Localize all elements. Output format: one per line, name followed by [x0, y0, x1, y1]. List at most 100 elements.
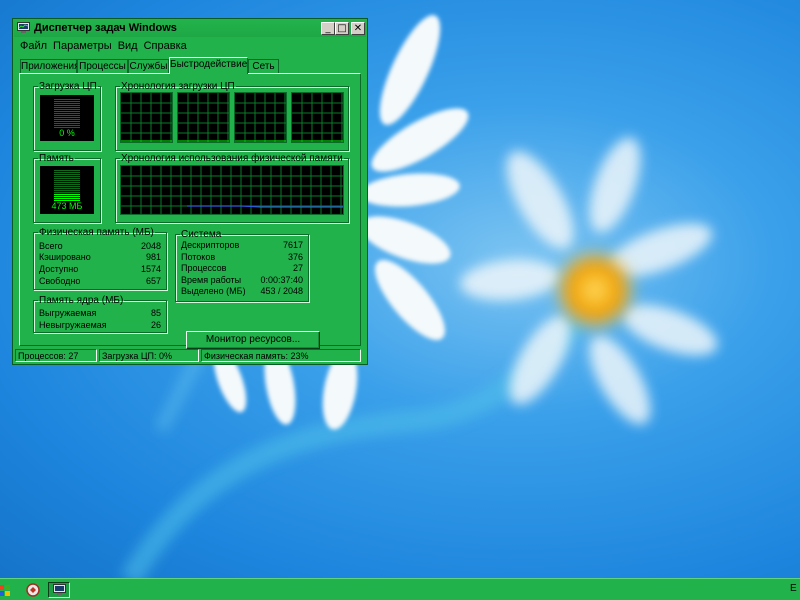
status-cpu: Загрузка ЦП: 0%	[99, 349, 199, 362]
meter-bar	[54, 186, 80, 187]
meter-bar	[54, 115, 80, 116]
sys-commit-label: Выделено (МБ)	[181, 286, 246, 296]
cpu-core-plot	[235, 93, 286, 142]
sys-row-handles: Дескрипторов 7617	[181, 240, 303, 251]
sys-uptime-value: 0:00:37:40	[260, 275, 303, 285]
meter-bar	[54, 101, 80, 102]
sys-row-processes: Процессов 27	[181, 263, 303, 274]
cpu-core-plot	[292, 93, 343, 142]
memory-history-graph	[120, 165, 344, 215]
cpu-core-plot	[121, 93, 172, 142]
meter-bar	[54, 107, 80, 108]
meter-bar	[54, 117, 80, 118]
maximize-button[interactable]: □	[335, 22, 349, 35]
minimize-button[interactable]: _	[321, 22, 335, 35]
sys-row-threads: Потоков 376	[181, 252, 303, 263]
km-paged-value: 85	[150, 308, 161, 318]
sys-processes-label: Процессов	[181, 263, 227, 273]
sys-threads-value: 376	[287, 252, 303, 262]
memory-value: 473 МБ	[51, 201, 83, 211]
tray-text: E	[790, 583, 797, 594]
pm-row-free: Свободно 657	[39, 276, 161, 287]
cpu-core-graph	[234, 92, 287, 143]
meter-bar	[54, 178, 80, 179]
sys-row-commit: Выделено (МБ) 453 / 2048	[181, 286, 303, 297]
menu-view[interactable]: Вид	[115, 38, 141, 54]
task-manager-window: Диспетчер задач Windows _ □ ✕ Файл Параме…	[12, 18, 368, 365]
meter-bar	[54, 196, 80, 197]
km-nonpaged-label: Невыгружаемая	[39, 320, 107, 330]
pm-available-label: Доступно	[39, 264, 79, 274]
title-bar[interactable]: Диспетчер задач Windows _ □ ✕	[14, 20, 366, 37]
menu-file[interactable]: Файл	[17, 38, 50, 54]
meter-bar	[54, 125, 80, 126]
status-bar: Процессов: 27 Загрузка ЦП: 0% Физическая…	[15, 349, 365, 363]
tab-services[interactable]: Службы	[128, 59, 169, 73]
meter-bar	[54, 123, 80, 124]
meter-bar	[54, 192, 80, 193]
meter-bar	[54, 121, 80, 122]
taskbar: E	[0, 578, 800, 600]
close-button[interactable]: ✕	[351, 22, 365, 35]
sys-uptime-label: Время работы	[181, 275, 242, 285]
menu-options[interactable]: Параметры	[50, 38, 115, 54]
cpu-core-graph	[291, 92, 344, 143]
status-memory: Физическая память: 23%	[201, 349, 361, 362]
menu-help[interactable]: Справка	[141, 38, 190, 54]
sys-handles-label: Дескрипторов	[181, 240, 240, 250]
cpu-history-title: Хронология загрузки ЦП	[121, 81, 235, 92]
km-nonpaged-value: 26	[150, 320, 161, 330]
meter-bar	[54, 198, 80, 199]
pm-total-value: 2048	[140, 241, 161, 251]
pm-free-label: Свободно	[39, 276, 81, 286]
km-row-paged: Выгружаемая 85	[39, 308, 161, 319]
sys-threads-label: Потоков	[181, 252, 216, 262]
sys-handles-value: 7617	[282, 240, 303, 250]
cpu-core-graph	[120, 92, 173, 143]
meter-bar	[54, 174, 80, 175]
taskbar-task-manager-button[interactable]	[48, 582, 70, 598]
memory-history-title: Хронология использования физической памя…	[121, 153, 343, 164]
window-title: Диспетчер задач Windows	[34, 22, 177, 34]
task-manager-taskbar-icon	[53, 584, 66, 595]
meter-bar	[54, 190, 80, 191]
memory-meter: 473 МБ	[40, 166, 94, 214]
quick-launch-icon[interactable]	[24, 582, 42, 598]
cpu-core-graph	[177, 92, 230, 143]
pm-cached-label: Кэшировано	[39, 252, 91, 262]
cpu-core-plot	[178, 93, 229, 142]
start-flag-icon[interactable]	[0, 582, 14, 598]
meter-bar	[54, 103, 80, 104]
meter-bar	[54, 113, 80, 114]
meter-bar	[54, 99, 80, 100]
pm-row-cached: Кэшировано 981	[39, 252, 161, 263]
meter-bar	[54, 176, 80, 177]
cpu-usage-title: Загрузка ЦП	[39, 81, 97, 92]
cpu-usage-meter: 0 %	[40, 95, 94, 141]
meter-bar	[54, 119, 80, 120]
tab-processes[interactable]: Процессы	[77, 59, 128, 73]
tab-network[interactable]: Сеть	[248, 59, 279, 73]
memory-title: Память	[39, 153, 74, 164]
meter-bar	[54, 188, 80, 189]
meter-bar	[54, 111, 80, 112]
sys-row-uptime: Время работы 0:00:37:40	[181, 275, 303, 286]
meter-bar	[54, 170, 80, 171]
meter-bar	[54, 194, 80, 195]
pm-total-label: Всего	[39, 241, 63, 251]
pm-cached-value: 981	[145, 252, 161, 262]
km-paged-label: Выгружаемая	[39, 308, 97, 318]
km-row-nonpaged: Невыгружаемая 26	[39, 320, 161, 331]
resource-monitor-button[interactable]: Монитор ресурсов...	[186, 331, 320, 349]
meter-bar	[54, 105, 80, 106]
meter-bar	[54, 180, 80, 181]
memory-history-plot	[121, 166, 343, 214]
tab-applications[interactable]: Приложения	[20, 59, 80, 73]
menu-bar: Файл Параметры Вид Справка	[17, 38, 190, 54]
system-title: Система	[181, 229, 222, 240]
tab-performance[interactable]: Быстродействие	[169, 57, 248, 74]
physical-memory-title: Физическая память (МБ)	[39, 227, 154, 238]
sys-commit-value: 453 / 2048	[260, 286, 303, 296]
meter-bar	[54, 109, 80, 110]
kernel-memory-title: Память ядра (МБ)	[39, 295, 124, 306]
